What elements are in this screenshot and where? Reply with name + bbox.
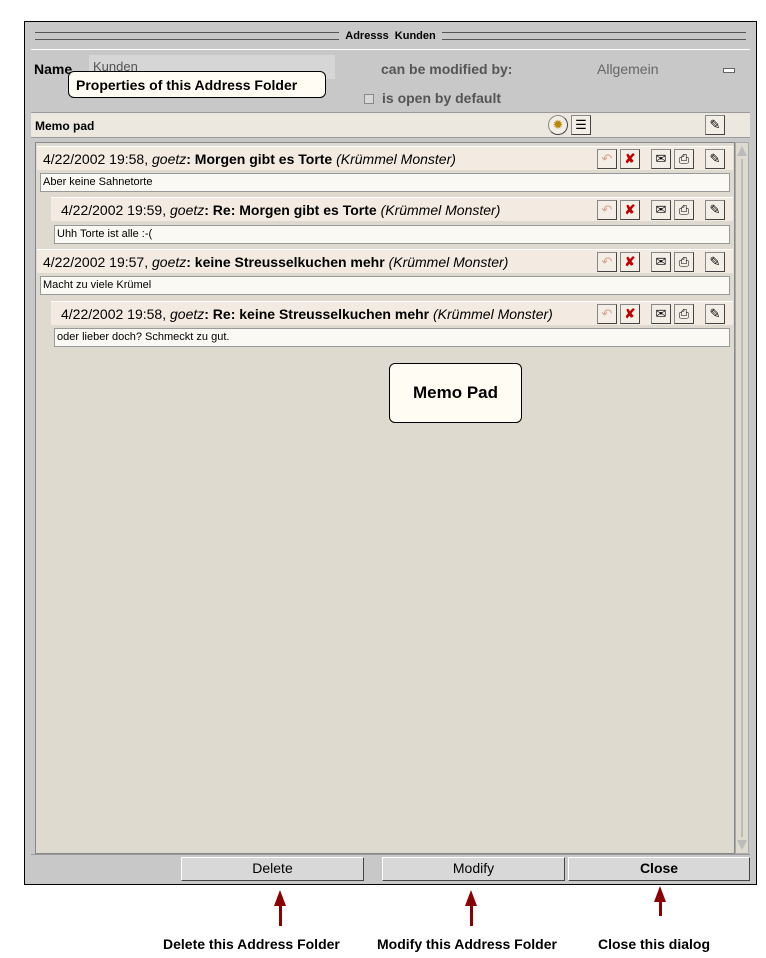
memo-author: (Krümmel Monster) [336,151,456,167]
open-by-default-checkbox[interactable] [364,94,374,104]
memo-subject: : Re: keine Streusselkuchen mehr [204,306,430,322]
memo-entry-header: 4/22/2002 19:59, goetz: Re: Morgen gibt … [51,197,733,221]
scroll-down-arrow-icon[interactable] [737,840,747,850]
dropdown-indicator-icon[interactable] [723,68,735,73]
memo-date: 4/22/2002 19:58, [61,306,167,322]
memo-subject: : keine Streusselkuchen mehr [186,254,385,270]
delete-memo-icon[interactable]: ✘ [620,304,640,324]
memo-author: (Krümmel Monster) [388,254,509,270]
memo-user: goetz [170,306,205,322]
properties-callout: Properties of this Address Folder [68,71,326,98]
name-label: Name [34,61,73,77]
memo-pad-title: Memo pad [35,119,95,133]
reply-icon[interactable]: ↶ [597,304,617,324]
edit-memo-icon[interactable]: ✎ [705,200,725,220]
memo-entry-header: 4/22/2002 19:58, goetz: Re: keine Streus… [51,301,733,325]
reply-icon[interactable]: ↶ [597,200,617,220]
modified-by-value: Allgemein [597,61,659,77]
mail-icon[interactable]: ✉ [651,200,671,220]
reply-icon[interactable]: ↶ [597,252,617,272]
memo-entry-header: 4/22/2002 19:57, goetz: keine Streusselk… [37,249,733,273]
edit-memo-icon[interactable]: ✎ [705,149,725,169]
memo-list-icon[interactable]: ☰ [571,115,591,135]
modified-by-select[interactable]: Allgemein [591,57,743,81]
memo-list[interactable]: 4/22/2002 19:58, goetz: Morgen gibt es T… [35,142,735,854]
memo-entry-header: 4/22/2002 19:58, goetz: Morgen gibt es T… [37,146,733,170]
memo-pad-callout: Memo Pad [389,363,522,423]
mail-icon[interactable]: ✉ [651,252,671,272]
title-bar: Adresss Kunden [31,27,750,45]
memo-author: (Krümmel Monster) [433,306,553,322]
memo-scrollbar[interactable] [735,142,749,854]
memo-user: goetz [152,254,187,270]
mail-icon[interactable]: ✉ [651,304,671,324]
memo-subject: : Morgen gibt es Torte [186,151,333,167]
print-icon[interactable]: ⎙ [674,304,694,324]
new-memo-icon[interactable]: ✹ [548,115,568,135]
window-title: Adresss Kunden [345,30,436,42]
print-icon[interactable]: ⎙ [674,252,694,272]
memo-date: 4/22/2002 19:57, [43,254,149,270]
print-icon[interactable]: ⎙ [674,149,694,169]
memo-date: 4/22/2002 19:59, [61,202,167,218]
memo-body: Aber keine Sahnetorte [40,173,730,192]
memo-user: goetz [152,151,187,167]
memo-body: Uhh Torte ist alle :-( [54,225,730,244]
edit-memo-icon[interactable]: ✎ [705,252,725,272]
memo-date: 4/22/2002 19:58, [43,151,149,167]
memo-pad-header: Memo pad ✹ ☰ ✎ [31,112,750,138]
scroll-up-arrow-icon[interactable] [737,146,747,156]
mail-icon[interactable]: ✉ [651,149,671,169]
print-icon[interactable]: ⎙ [674,200,694,220]
delete-memo-icon[interactable]: ✘ [620,200,640,220]
memo-body: oder lieber doch? Schmeckt zu gut. [54,328,730,347]
delete-annotation: Delete this Address Folder [163,936,340,952]
edit-memo-icon[interactable]: ✎ [705,304,725,324]
modify-annotation: Modify this Address Folder [377,936,557,952]
memo-author: (Krümmel Monster) [380,202,501,218]
reply-icon[interactable]: ↶ [597,149,617,169]
dialog-button-bar: Delete Modify Close [31,854,750,881]
close-annotation: Close this dialog [598,936,711,952]
close-button[interactable]: Close [568,857,750,881]
edit-icon[interactable]: ✎ [705,115,725,135]
open-by-default-label: is open by default [382,90,502,106]
memo-user: goetz [170,202,205,218]
address-folder-dialog: Adresss Kunden Name Kunden can be modifi… [24,21,757,885]
modified-by-label: can be modified by: [381,61,513,77]
memo-body: Macht zu viele Krümel [40,276,730,295]
delete-memo-icon[interactable]: ✘ [620,252,640,272]
memo-subject: : Re: Morgen gibt es Torte [204,202,377,218]
modify-button[interactable]: Modify [382,857,565,881]
delete-button[interactable]: Delete [181,857,364,881]
delete-memo-icon[interactable]: ✘ [620,149,640,169]
